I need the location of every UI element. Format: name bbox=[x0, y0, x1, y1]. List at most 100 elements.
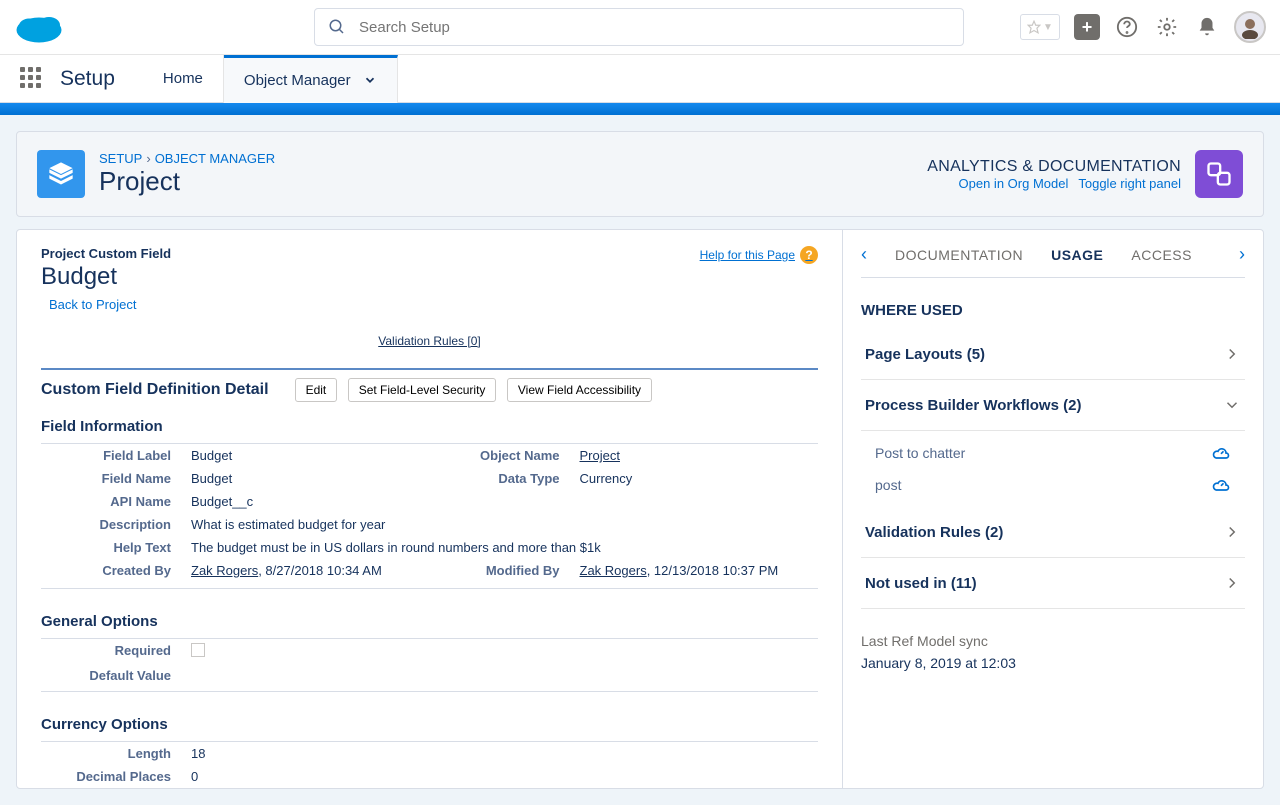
bell-icon[interactable] bbox=[1194, 14, 1220, 40]
section-title: Custom Field Definition Detail bbox=[41, 381, 269, 399]
nav-object-manager-label: Object Manager bbox=[244, 72, 351, 89]
chevron-right-icon bbox=[1223, 574, 1241, 592]
gear-icon[interactable] bbox=[1154, 14, 1180, 40]
breadcrumb: SETUP›OBJECT MANAGER bbox=[99, 151, 275, 166]
nav-object-manager[interactable]: Object Manager bbox=[224, 55, 398, 103]
cloud-link-icon bbox=[1211, 475, 1231, 495]
breadcrumb-object-manager[interactable]: OBJECT MANAGER bbox=[155, 151, 275, 166]
label-api-name: API Name bbox=[41, 494, 191, 509]
chevron-right-icon bbox=[1223, 523, 1241, 541]
help-link-text: Help for this Page bbox=[700, 248, 795, 262]
list-item[interactable]: post bbox=[861, 469, 1245, 501]
label-modified-by: Modified By bbox=[430, 563, 580, 578]
tab-usage[interactable]: USAGE bbox=[1051, 247, 1103, 263]
val-default-value bbox=[191, 668, 818, 683]
back-link[interactable]: Back to Project bbox=[49, 297, 136, 312]
label-object-name: Object Name bbox=[430, 448, 580, 463]
link-icon bbox=[1205, 160, 1233, 188]
page-title: Project bbox=[99, 166, 275, 197]
field-detail-panel: Project Custom Field Budget Back to Proj… bbox=[17, 230, 843, 788]
acc-page-layouts[interactable]: Page Layouts (5) bbox=[861, 329, 1245, 380]
acc-validation-title: Validation Rules (2) bbox=[865, 524, 1003, 541]
currency-options-header: Currency Options bbox=[41, 708, 818, 742]
sync-label: Last Ref Model sync bbox=[861, 633, 1245, 649]
topbar: ▼ + bbox=[0, 0, 1280, 55]
label-description: Description bbox=[41, 517, 191, 532]
modified-by-date: , 12/13/2018 10:37 PM bbox=[647, 563, 779, 578]
breadcrumb-setup[interactable]: SETUP bbox=[99, 151, 142, 166]
acc-not-used-title: Not used in (11) bbox=[865, 575, 977, 592]
sync-date: January 8, 2019 at 12:03 bbox=[861, 655, 1245, 671]
object-icon bbox=[37, 150, 85, 198]
tab-documentation[interactable]: DOCUMENTATION bbox=[895, 247, 1023, 263]
astro-icon bbox=[1238, 15, 1262, 39]
label-field-label: Field Label bbox=[41, 448, 191, 463]
item-label: Post to chatter bbox=[875, 445, 965, 461]
val-decimals: 0 bbox=[191, 769, 818, 784]
main-content: Project Custom Field Budget Back to Proj… bbox=[16, 229, 1264, 789]
field-info-header: Field Information bbox=[41, 410, 818, 444]
modified-by-name[interactable]: Zak Rogers bbox=[580, 563, 647, 578]
created-by-date: , 8/27/2018 10:34 AM bbox=[258, 563, 382, 578]
val-description: What is estimated budget for year bbox=[191, 517, 818, 532]
search-icon bbox=[328, 18, 346, 36]
page-header: SETUP›OBJECT MANAGER Project ANALYTICS &… bbox=[16, 131, 1264, 217]
toggle-panel-link[interactable]: Toggle right panel bbox=[1078, 176, 1181, 191]
cloud-link-icon bbox=[1211, 443, 1231, 463]
add-button[interactable]: + bbox=[1074, 14, 1100, 40]
nav-home[interactable]: Home bbox=[143, 55, 224, 103]
search-input[interactable] bbox=[314, 8, 964, 46]
analytics-title: ANALYTICS & DOCUMENTATION bbox=[927, 158, 1181, 176]
content-area: SETUP›OBJECT MANAGER Project ANALYTICS &… bbox=[0, 115, 1280, 805]
usage-panel: ‹ DOCUMENTATION USAGE ACCESS › WHERE USE… bbox=[843, 230, 1263, 788]
acc-process-builder[interactable]: Process Builder Workflows (2) bbox=[861, 380, 1245, 431]
acc-process-builder-title: Process Builder Workflows (2) bbox=[865, 397, 1081, 414]
field-heading: Project Custom Field bbox=[41, 246, 171, 261]
tabs-prev[interactable]: ‹ bbox=[861, 244, 867, 265]
general-options-header: General Options bbox=[41, 605, 818, 639]
navbar: Setup Home Object Manager bbox=[0, 55, 1280, 103]
help-link[interactable]: Help for this Page? bbox=[700, 246, 818, 264]
chevron-down-icon: ▼ bbox=[1043, 22, 1053, 33]
app-launcher-icon[interactable] bbox=[20, 67, 44, 91]
label-data-type: Data Type bbox=[430, 471, 580, 486]
acc-not-used[interactable]: Not used in (11) bbox=[861, 558, 1245, 609]
tabs-next[interactable]: › bbox=[1239, 244, 1245, 265]
item-label: post bbox=[875, 477, 901, 493]
val-data-type: Currency bbox=[580, 471, 819, 486]
val-field-label: Budget bbox=[191, 448, 430, 463]
list-item[interactable]: Post to chatter bbox=[861, 437, 1245, 469]
help-icon[interactable] bbox=[1114, 14, 1140, 40]
label-help-text: Help Text bbox=[41, 540, 191, 555]
label-default-value: Default Value bbox=[41, 668, 191, 683]
acc-validation-rules[interactable]: Validation Rules (2) bbox=[861, 507, 1245, 558]
open-org-model-link[interactable]: Open in Org Model bbox=[959, 176, 1069, 191]
val-length: 18 bbox=[191, 746, 818, 761]
val-api-name: Budget__c bbox=[191, 494, 818, 509]
avatar[interactable] bbox=[1234, 11, 1266, 43]
label-field-name: Field Name bbox=[41, 471, 191, 486]
created-by-name[interactable]: Zak Rogers bbox=[191, 563, 258, 578]
edit-button[interactable]: Edit bbox=[295, 378, 338, 402]
fls-button[interactable]: Set Field-Level Security bbox=[348, 378, 497, 402]
favorites-dropdown[interactable]: ▼ bbox=[1020, 14, 1060, 40]
chevron-right-icon bbox=[1223, 345, 1241, 363]
where-used-label: WHERE USED bbox=[861, 302, 1245, 319]
view-accessibility-button[interactable]: View Field Accessibility bbox=[507, 378, 652, 402]
validation-rules-link[interactable]: Validation Rules [0] bbox=[378, 334, 481, 348]
analytics-icon[interactable] bbox=[1195, 150, 1243, 198]
label-required: Required bbox=[41, 643, 191, 660]
search-container bbox=[314, 8, 964, 46]
required-checkbox bbox=[191, 643, 205, 657]
val-field-name: Budget bbox=[191, 471, 430, 486]
field-title: Budget bbox=[41, 263, 171, 291]
layers-icon bbox=[47, 160, 75, 188]
nav-title: Setup bbox=[60, 67, 115, 91]
acc-process-items: Post to chatter post bbox=[861, 431, 1245, 507]
help-badge-icon: ? bbox=[800, 246, 818, 264]
salesforce-logo bbox=[14, 10, 64, 45]
val-object-name[interactable]: Project bbox=[580, 448, 620, 463]
tab-access[interactable]: ACCESS bbox=[1131, 247, 1192, 263]
section-header: Custom Field Definition Detail Edit Set … bbox=[41, 368, 818, 410]
label-decimals: Decimal Places bbox=[41, 769, 191, 784]
